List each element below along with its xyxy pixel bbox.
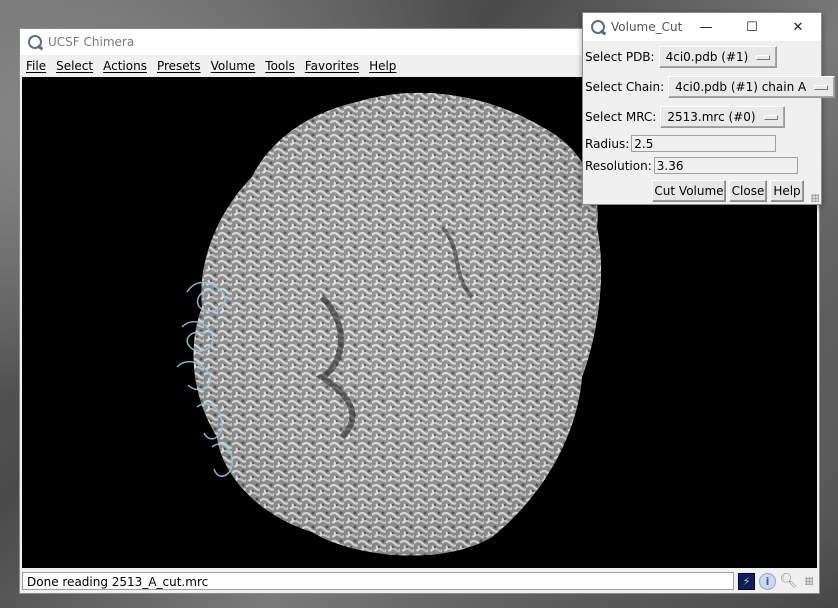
option-menu-indicator-icon xyxy=(814,84,829,90)
select-pdb-value: 4ci0.pdb (#1) xyxy=(665,50,749,64)
maximize-button[interactable]: ☐ xyxy=(729,13,775,41)
select-mrc-row: Select MRC: 2513.mrc (#0) xyxy=(585,106,785,128)
minimize-button[interactable]: — xyxy=(683,13,729,41)
menu-volume[interactable]: Volume xyxy=(207,59,260,73)
resolution-label: Resolution: xyxy=(585,158,652,173)
menu-select[interactable]: Select xyxy=(52,59,97,73)
density-map-surface xyxy=(193,92,602,556)
radius-input[interactable]: 2.5 xyxy=(631,135,777,152)
resolution-row: Resolution: 3.36 xyxy=(585,157,798,174)
volume-cut-dialog: Volume_Cut — ☐ ✕ Select PDB: 4ci0.pdb (#… xyxy=(582,12,836,205)
select-mrc-menu[interactable]: 2513.mrc (#0) xyxy=(660,106,785,128)
resize-grip-icon[interactable] xyxy=(811,194,819,202)
lightning-bolt-icon[interactable]: ⚡ xyxy=(738,572,755,590)
close-button[interactable]: Close xyxy=(729,180,767,202)
select-chain-value: 4ci0.pdb (#1) chain A xyxy=(675,80,807,94)
select-chain-row: Select Chain: 4ci0.pdb (#1) chain A xyxy=(585,76,836,98)
select-chain-menu[interactable]: 4ci0.pdb (#1) chain A xyxy=(668,76,836,98)
info-icon[interactable]: i xyxy=(759,572,776,590)
cut-volume-button[interactable]: Cut Volume xyxy=(652,180,726,202)
option-menu-indicator-icon xyxy=(763,114,778,120)
menu-presets[interactable]: Presets xyxy=(153,59,205,73)
menu-actions[interactable]: Actions xyxy=(99,59,151,73)
close-window-button[interactable]: ✕ xyxy=(775,13,821,41)
main-window-title: UCSF Chimera xyxy=(48,35,135,49)
help-button[interactable]: Help xyxy=(770,180,804,202)
select-pdb-row: Select PDB: 4ci0.pdb (#1) xyxy=(585,46,778,68)
menu-file[interactable]: File xyxy=(22,59,50,73)
dialog-title: Volume_Cut xyxy=(611,20,683,34)
chimera-logo-icon xyxy=(591,20,605,34)
resolution-input[interactable]: 3.36 xyxy=(653,157,798,174)
select-pdb-label: Select PDB: xyxy=(585,50,655,64)
select-mrc-label: Select MRC: xyxy=(585,110,657,124)
menu-help[interactable]: Help xyxy=(365,59,400,73)
menu-tools[interactable]: Tools xyxy=(261,59,299,73)
status-message: Done reading 2513_A_cut.mrc xyxy=(22,572,734,590)
select-chain-label: Select Chain: xyxy=(585,80,665,94)
radius-label: Radius: xyxy=(585,136,630,151)
option-menu-indicator-icon xyxy=(756,54,771,60)
resize-grip-icon[interactable] xyxy=(805,577,813,585)
magnifier-icon[interactable]: 🔍︎ xyxy=(780,573,798,590)
select-mrc-value: 2513.mrc (#0) xyxy=(667,110,756,124)
menu-favorites[interactable]: Favorites xyxy=(301,59,363,73)
status-bar: Done reading 2513_A_cut.mrc ⚡ i 🔍︎ xyxy=(22,570,819,592)
chimera-logo-icon xyxy=(28,35,42,49)
dialog-titlebar[interactable]: Volume_Cut — ☐ ✕ xyxy=(583,13,821,41)
radius-row: Radius: 2.5 xyxy=(585,135,777,152)
select-pdb-menu[interactable]: 4ci0.pdb (#1) xyxy=(658,46,778,68)
